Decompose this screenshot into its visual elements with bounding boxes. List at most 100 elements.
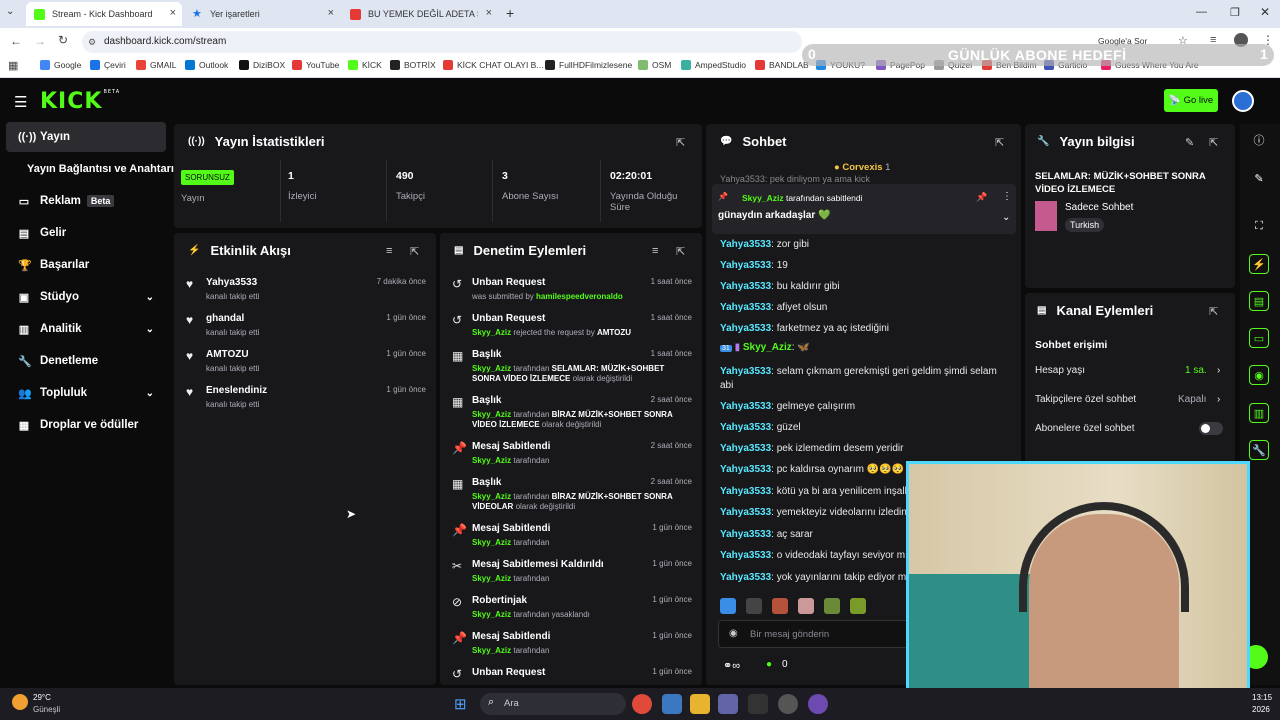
chat-username[interactable]: Yahya3533: [720, 366, 771, 377]
chat-username[interactable]: Yahya3533: [720, 443, 771, 454]
kick-logo[interactable]: KICKBETA: [40, 89, 120, 114]
bookmark-ampedstudio[interactable]: AmpedStudio: [681, 60, 746, 70]
tab-list-icon[interactable]: ⌄: [6, 6, 14, 17]
sidebar-item-studyo[interactable]: ▣ Stüdyo ⌄: [6, 282, 166, 312]
broadcast-icon[interactable]: ◉: [1249, 365, 1269, 385]
close-tab-icon[interactable]: ×: [486, 7, 492, 19]
sidebar-item-yayin[interactable]: ((·)) Yayın: [6, 122, 166, 152]
chat-username[interactable]: Yahya3533: [720, 281, 771, 292]
obs-icon[interactable]: [778, 694, 798, 714]
channel-actions-icon[interactable]: ▥: [1249, 403, 1269, 423]
info-icon[interactable]: ⓘ: [1249, 130, 1269, 150]
site-info-icon[interactable]: ⚙: [88, 31, 96, 53]
popout-icon[interactable]: ⇱: [676, 136, 685, 149]
chat-username[interactable]: Yahya3533: [720, 422, 771, 433]
chat-username[interactable]: Yahya3533: [720, 507, 771, 518]
emote-icon[interactable]: [720, 598, 736, 614]
category-name[interactable]: Sadece Sohbet: [1065, 202, 1133, 213]
more-options-icon[interactable]: ⋮: [1002, 191, 1012, 202]
bookmark-botrix[interactable]: BOTRİX: [390, 60, 436, 70]
bookmark-gmail[interactable]: GMAIL: [136, 60, 176, 70]
go-live-button[interactable]: 📡 Go live: [1164, 89, 1218, 112]
subs-only-toggle[interactable]: [1199, 422, 1223, 435]
chrome-icon[interactable]: [632, 694, 652, 714]
popout-icon[interactable]: ⇱: [1209, 136, 1218, 149]
bookmark-kick[interactable]: KİCK: [348, 60, 382, 70]
chat-username[interactable]: Yahya3533: [720, 572, 771, 583]
emote-icon[interactable]: [772, 598, 788, 614]
popout-icon[interactable]: ⇱: [676, 245, 685, 258]
tab-kick-dashboard[interactable]: Stream - Kick Dashboard ×: [26, 2, 182, 26]
back-icon[interactable]: ←: [10, 34, 22, 48]
emote-icon[interactable]: [798, 598, 814, 614]
chat-username[interactable]: Yahya3533: [720, 486, 771, 497]
tab-bookmarks[interactable]: ★ Yer işaretleri ×: [184, 2, 340, 26]
followers-only-setting[interactable]: Takipçilere özel sohbet Kapalı ›: [1035, 394, 1225, 405]
forward-icon[interactable]: →: [34, 34, 46, 48]
language-tag[interactable]: Turkish: [1065, 218, 1105, 232]
chat-username[interactable]: Skyy_Aziz: [743, 342, 792, 353]
activity-user[interactable]: Eneslendiniz: [206, 385, 267, 396]
top-gifter[interactable]: ● Corvexis 1: [834, 162, 890, 173]
chat-username[interactable]: Yahya3533: [720, 239, 771, 250]
chat-bubble-icon[interactable]: ▭: [1249, 328, 1269, 348]
emote-icon[interactable]: [746, 598, 762, 614]
chat-username[interactable]: Yahya3533: [720, 323, 771, 334]
windows-start-icon[interactable]: ⊞: [454, 695, 467, 713]
activity-user[interactable]: ghandal: [206, 313, 244, 324]
bookmark-bandlab[interactable]: BANDLAB: [755, 60, 809, 70]
filter-icon[interactable]: ≡: [652, 245, 658, 257]
app-icon[interactable]: [662, 694, 682, 714]
close-tab-icon[interactable]: ×: [170, 7, 176, 19]
bookmark-ceviri[interactable]: Çeviri: [90, 60, 126, 70]
close-window-icon[interactable]: ✕: [1260, 5, 1270, 19]
minimize-icon[interactable]: —: [1196, 6, 1207, 18]
chat-username[interactable]: Yahya3533: [720, 550, 771, 561]
apps-grid-icon[interactable]: ▦: [8, 59, 18, 72]
chat-username[interactable]: Yahya3533: [720, 529, 771, 540]
user-avatar[interactable]: [1232, 90, 1254, 112]
new-tab-icon[interactable]: +: [506, 5, 514, 21]
chat-username[interactable]: Yahya3533: [720, 302, 771, 313]
sidebar-item-gelir[interactable]: ▤ Gelir: [6, 218, 166, 248]
app-icon[interactable]: [808, 694, 828, 714]
close-tab-icon[interactable]: ×: [328, 7, 334, 19]
file-explorer-icon[interactable]: [690, 694, 710, 714]
chat-username[interactable]: Yahya3533: [720, 464, 771, 475]
pin-icon[interactable]: 📌: [976, 192, 987, 203]
edit-icon[interactable]: ✎: [1249, 168, 1269, 188]
reload-icon[interactable]: ↻: [58, 33, 68, 47]
bookmark-dizibox[interactable]: DiziBOX: [239, 60, 285, 70]
chat-settings-icon[interactable]: ◉: [729, 628, 738, 639]
filter-icon[interactable]: ≡: [386, 245, 392, 257]
bookmark-youtube[interactable]: YouTube: [292, 60, 339, 70]
lightning-icon[interactable]: ⚡: [1249, 254, 1269, 274]
edit-icon[interactable]: ✎: [1185, 136, 1194, 149]
activity-user[interactable]: Yahya3533: [206, 277, 257, 288]
url-input[interactable]: ⚙ dashboard.kick.com/stream: [82, 31, 802, 53]
account-age-setting[interactable]: Hesap yaşı 1 sa. ›: [1035, 365, 1225, 376]
fullscreen-icon[interactable]: ⛶: [1249, 216, 1269, 236]
chat-input[interactable]: ◉ Bir mesaj gönderin: [718, 620, 918, 648]
popout-icon[interactable]: ⇱: [410, 245, 419, 258]
emote-icon[interactable]: [850, 598, 866, 614]
popout-icon[interactable]: ⇱: [1209, 305, 1218, 318]
sidebar-item-basarilar[interactable]: 🏆 Başarılar: [6, 250, 166, 280]
chevron-down-icon[interactable]: ⌄: [1002, 212, 1010, 223]
hamburger-menu-icon[interactable]: ☰: [14, 93, 27, 111]
teams-icon[interactable]: [718, 694, 738, 714]
sidebar-item-topluluk[interactable]: 👥 Topluluk ⌄: [6, 378, 166, 408]
sidebar-item-reklam[interactable]: ▭ Reklam Beta: [6, 186, 166, 216]
tab-youtube-video[interactable]: BU YEMEK DEĞİL ADETA ŞÖLE ×: [342, 2, 498, 26]
weather-temp[interactable]: 29°C: [33, 693, 51, 702]
bookmark-fullhd[interactable]: FullHDFilmizlesene: [545, 60, 632, 70]
wrench-icon[interactable]: 🔧: [1249, 440, 1269, 460]
bookmark-google[interactable]: Google: [40, 60, 81, 70]
chat-username[interactable]: Yahya3533: [720, 260, 771, 271]
taskbar-search[interactable]: ⌕ Ara: [480, 693, 626, 715]
activity-user[interactable]: AMTOZU: [206, 349, 249, 360]
chat-username[interactable]: Yahya3533: [720, 401, 771, 412]
document-icon[interactable]: ▤: [1249, 291, 1269, 311]
sidebar-item-denetleme[interactable]: 🔧 Denetleme: [6, 346, 166, 376]
emote-icon[interactable]: [824, 598, 840, 614]
